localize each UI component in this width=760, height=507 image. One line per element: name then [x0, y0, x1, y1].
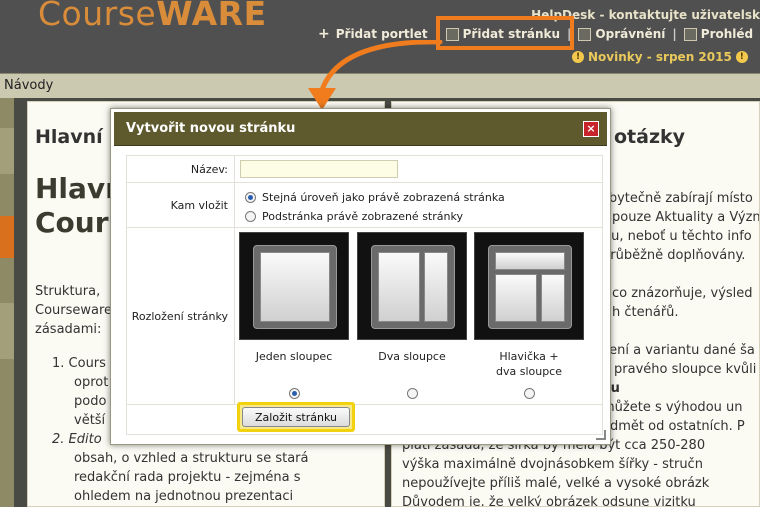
text-line: 2. Edito [52, 432, 102, 447]
layout-preview [371, 245, 455, 329]
text-line: podo [74, 394, 107, 409]
create-page-button[interactable]: Založit stránku [242, 407, 350, 427]
layout-panel [495, 274, 537, 322]
close-icon[interactable]: × [583, 121, 599, 137]
text-line: pravého sloupce kvůli [614, 362, 757, 377]
layout-header-two-columns[interactable] [474, 232, 584, 340]
layout-panel [260, 252, 330, 322]
text-line: větší [74, 413, 106, 428]
news-link[interactable]: ! Novinky - srpen 2015 ! [572, 50, 748, 64]
layout-radio-header-two-columns[interactable] [524, 388, 535, 399]
location-row: Kam vložit Stejná úroveň jako právě zobr… [127, 183, 602, 228]
warning-icon: ! [735, 51, 748, 63]
layout-row: Rozložení stránky Jeden sloupec Dva slou… [127, 228, 602, 405]
create-page-dialog: Vytvořit novou stránku × Název: Kam vlož… [110, 108, 611, 445]
create-page-form: Název: Kam vložit Stejná úroveň jako prá… [126, 155, 603, 435]
text-line: Courseware [35, 303, 113, 318]
key-icon [578, 27, 592, 41]
layout-panel [424, 252, 448, 322]
menu-tab-active[interactable] [0, 216, 14, 258]
text-line: oprot [74, 375, 109, 390]
text-line: co znázorňuje, výsled [612, 286, 753, 301]
layout-one-column[interactable] [239, 232, 349, 340]
location-option-same-level[interactable]: Stejná úroveň jako právě zobrazená strán… [245, 191, 505, 204]
portlet-title: otázky [614, 126, 686, 148]
layout-panel [378, 252, 420, 322]
menu-tab[interactable] [0, 303, 14, 359]
layout-label-header-two-columns: Hlavička + dva sloupce [495, 350, 563, 378]
location-label: Kam vložit [127, 183, 235, 227]
text-line: zásadami: [35, 322, 102, 337]
text-line: redakční rada projektu - zejména s [74, 470, 301, 485]
layout-panel [541, 274, 565, 322]
resize-handle[interactable] [596, 430, 606, 440]
page-name-input[interactable] [240, 160, 398, 178]
text-line: Struktura, [35, 284, 101, 299]
layout-radio-two-columns[interactable] [407, 388, 418, 399]
layout-preview [253, 245, 337, 329]
layout-label-two-columns: Dva sloupce [378, 350, 446, 363]
radio-button[interactable] [245, 211, 256, 222]
text-line: pouze Aktuality a Význ [612, 210, 760, 225]
submit-highlight: Založit stránku [237, 402, 355, 432]
logo[interactable]: CourseWARE [38, 0, 267, 33]
text-line: Důvodem je, že velký obrázek odsune vizi… [402, 495, 696, 507]
menu-tab[interactable] [0, 128, 14, 174]
text-line: h čtenářů. [612, 305, 679, 320]
toolbar-separator: | [672, 27, 677, 41]
warning-icon: ! [572, 51, 584, 63]
text-line: cu, neboť u těchto info [604, 229, 752, 244]
preview-button[interactable]: Prohléd [683, 27, 753, 41]
layout-two-columns[interactable] [357, 232, 467, 340]
text-line: výška maximálně dvojnásobkem šířky - str… [402, 457, 703, 472]
name-row: Název: [127, 156, 602, 183]
nav-item-guides[interactable]: Návody [4, 78, 53, 93]
radio-button[interactable] [245, 192, 256, 203]
text-line: obsah, o vzhled a strukturu se stará [74, 451, 309, 466]
dialog-title: Vytvořit novou stránku [126, 121, 296, 136]
text-line: ohledem na jednotnou prezentaci [74, 489, 294, 504]
text-line: nepoužívejte příliš malé, velké a vysoké… [402, 476, 710, 491]
text-line: průběžně doplňovány. [602, 248, 746, 263]
text-line: edmět od ostatních. P [602, 419, 745, 434]
layout-preview [488, 245, 572, 329]
portlet-title: Hlavní [35, 126, 103, 148]
layout-panel [495, 252, 565, 270]
layout-label: Rozložení stránky [127, 228, 235, 404]
text-line: čení a variantu dané ša [602, 343, 755, 358]
layout-label-one-column: Jeden sloupec [255, 350, 333, 363]
left-menu-strip [0, 98, 14, 507]
permissions-button[interactable]: Oprávnění [578, 27, 665, 41]
name-label: Název: [127, 156, 235, 182]
text-line: zbytečně zabírají místo [602, 191, 753, 206]
pencil-icon [683, 27, 697, 41]
layout-radio-one-column[interactable] [289, 388, 300, 399]
dialog-header[interactable]: Vytvořit novou stránku × [114, 112, 607, 146]
text-line: můžete s výhodou un [602, 400, 743, 415]
text-line: 1. Cours [52, 356, 106, 371]
location-option-subpage[interactable]: Podstránka právě zobrazené stránky [245, 210, 463, 223]
